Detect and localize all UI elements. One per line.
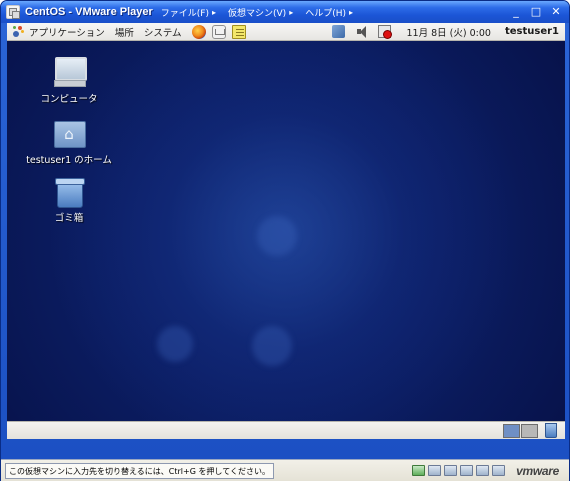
volume-icon[interactable] bbox=[355, 25, 368, 38]
system-menu[interactable]: システム bbox=[144, 25, 182, 39]
network-icon[interactable] bbox=[331, 25, 345, 38]
menu-file[interactable]: ファイル(F) ▸ bbox=[161, 6, 216, 19]
gnome-top-panel: アプリケーション 場所 システム 11月 8日 (火) 0:00 testuse… bbox=[7, 23, 565, 41]
maximize-button[interactable]: □ bbox=[529, 5, 543, 19]
trash-icon bbox=[52, 176, 86, 208]
hard-disk-icon[interactable] bbox=[412, 465, 426, 476]
vmware-app-icon[interactable] bbox=[6, 5, 20, 19]
applications-menu[interactable]: アプリケーション bbox=[29, 25, 105, 39]
mail-icon[interactable] bbox=[211, 24, 226, 39]
desktop-icon-label: ゴミ箱 bbox=[54, 213, 84, 224]
places-menu[interactable]: 場所 bbox=[115, 25, 134, 39]
vmware-player-window: CentOS - VMware Player ファイル(F) ▸ 仮想マシン(V)… bbox=[0, 0, 570, 481]
trash-applet-icon[interactable] bbox=[545, 423, 557, 438]
window-controls: _ □ ✕ bbox=[503, 5, 563, 19]
device-icons: vmware bbox=[412, 464, 569, 478]
status-message: この仮想マシンに入力先を切り替えるには、Ctrl+G を押してください。 bbox=[5, 462, 274, 479]
desktop-icon-home[interactable]: testuser1 のホーム bbox=[19, 118, 119, 166]
menu-vm-label: 仮想マシン(V) bbox=[228, 8, 287, 19]
minimize-button[interactable]: _ bbox=[509, 5, 523, 19]
network-adapter-icon[interactable] bbox=[460, 465, 474, 476]
vmware-status-bar: この仮想マシンに入力先を切り替えるには、Ctrl+G を押してください。 vmw… bbox=[1, 459, 569, 481]
gnome-foot-icon bbox=[12, 25, 25, 38]
desktop-icon-computer[interactable]: コンピュータ bbox=[19, 57, 119, 105]
desktop-icon-label: testuser1 のホーム bbox=[26, 155, 112, 166]
menu-vm[interactable]: 仮想マシン(V) ▸ bbox=[228, 6, 293, 19]
window-title: CentOS - VMware Player bbox=[25, 6, 153, 18]
desktop[interactable]: コンピュータ testuser1 のホーム ゴミ箱 bbox=[7, 41, 565, 421]
update-notifier-icon[interactable] bbox=[377, 25, 392, 39]
cd-drive-icon[interactable] bbox=[428, 465, 442, 476]
note-icon[interactable] bbox=[231, 24, 246, 39]
guest-screen[interactable]: アプリケーション 場所 システム 11月 8日 (火) 0:00 testuse… bbox=[7, 23, 565, 439]
sound-card-icon[interactable] bbox=[492, 465, 506, 476]
desktop-icon-label: コンピュータ bbox=[40, 94, 98, 105]
user-switcher[interactable]: testuser1 bbox=[505, 26, 559, 37]
computer-icon bbox=[52, 57, 87, 87]
workspace-switcher-2[interactable] bbox=[521, 424, 538, 438]
gnome-bottom-panel bbox=[7, 421, 565, 439]
desktop-icon-trash[interactable]: ゴミ箱 bbox=[19, 176, 119, 224]
close-button[interactable]: ✕ bbox=[549, 5, 563, 19]
workspace-switcher-1[interactable] bbox=[503, 424, 520, 438]
usb-icon[interactable] bbox=[476, 465, 490, 476]
menu-help[interactable]: ヘルプ(H) ▸ bbox=[305, 6, 353, 19]
panel-clock[interactable]: 11月 8日 (火) 0:00 bbox=[407, 25, 491, 39]
title-bar[interactable]: CentOS - VMware Player ファイル(F) ▸ 仮想マシン(V)… bbox=[1, 1, 569, 23]
floppy-icon[interactable] bbox=[444, 465, 458, 476]
wallpaper-blob bbox=[257, 216, 297, 256]
chevron-down-icon: ▸ bbox=[211, 7, 216, 17]
title-menu-bar: ファイル(F) ▸ 仮想マシン(V) ▸ ヘルプ(H) ▸ bbox=[161, 6, 365, 19]
menu-file-label: ファイル(F) bbox=[160, 8, 209, 19]
chevron-down-icon: ▸ bbox=[349, 7, 354, 17]
home-folder-icon bbox=[52, 118, 86, 148]
wallpaper-blob bbox=[252, 326, 292, 366]
wallpaper-blob bbox=[157, 326, 193, 362]
vmware-logo: vmware bbox=[516, 463, 559, 478]
firefox-icon[interactable] bbox=[191, 24, 206, 39]
system-tray: 11月 8日 (火) 0:00 testuser1 bbox=[331, 25, 566, 39]
chevron-down-icon: ▸ bbox=[289, 7, 294, 17]
menu-help-label: ヘルプ(H) bbox=[305, 8, 346, 19]
